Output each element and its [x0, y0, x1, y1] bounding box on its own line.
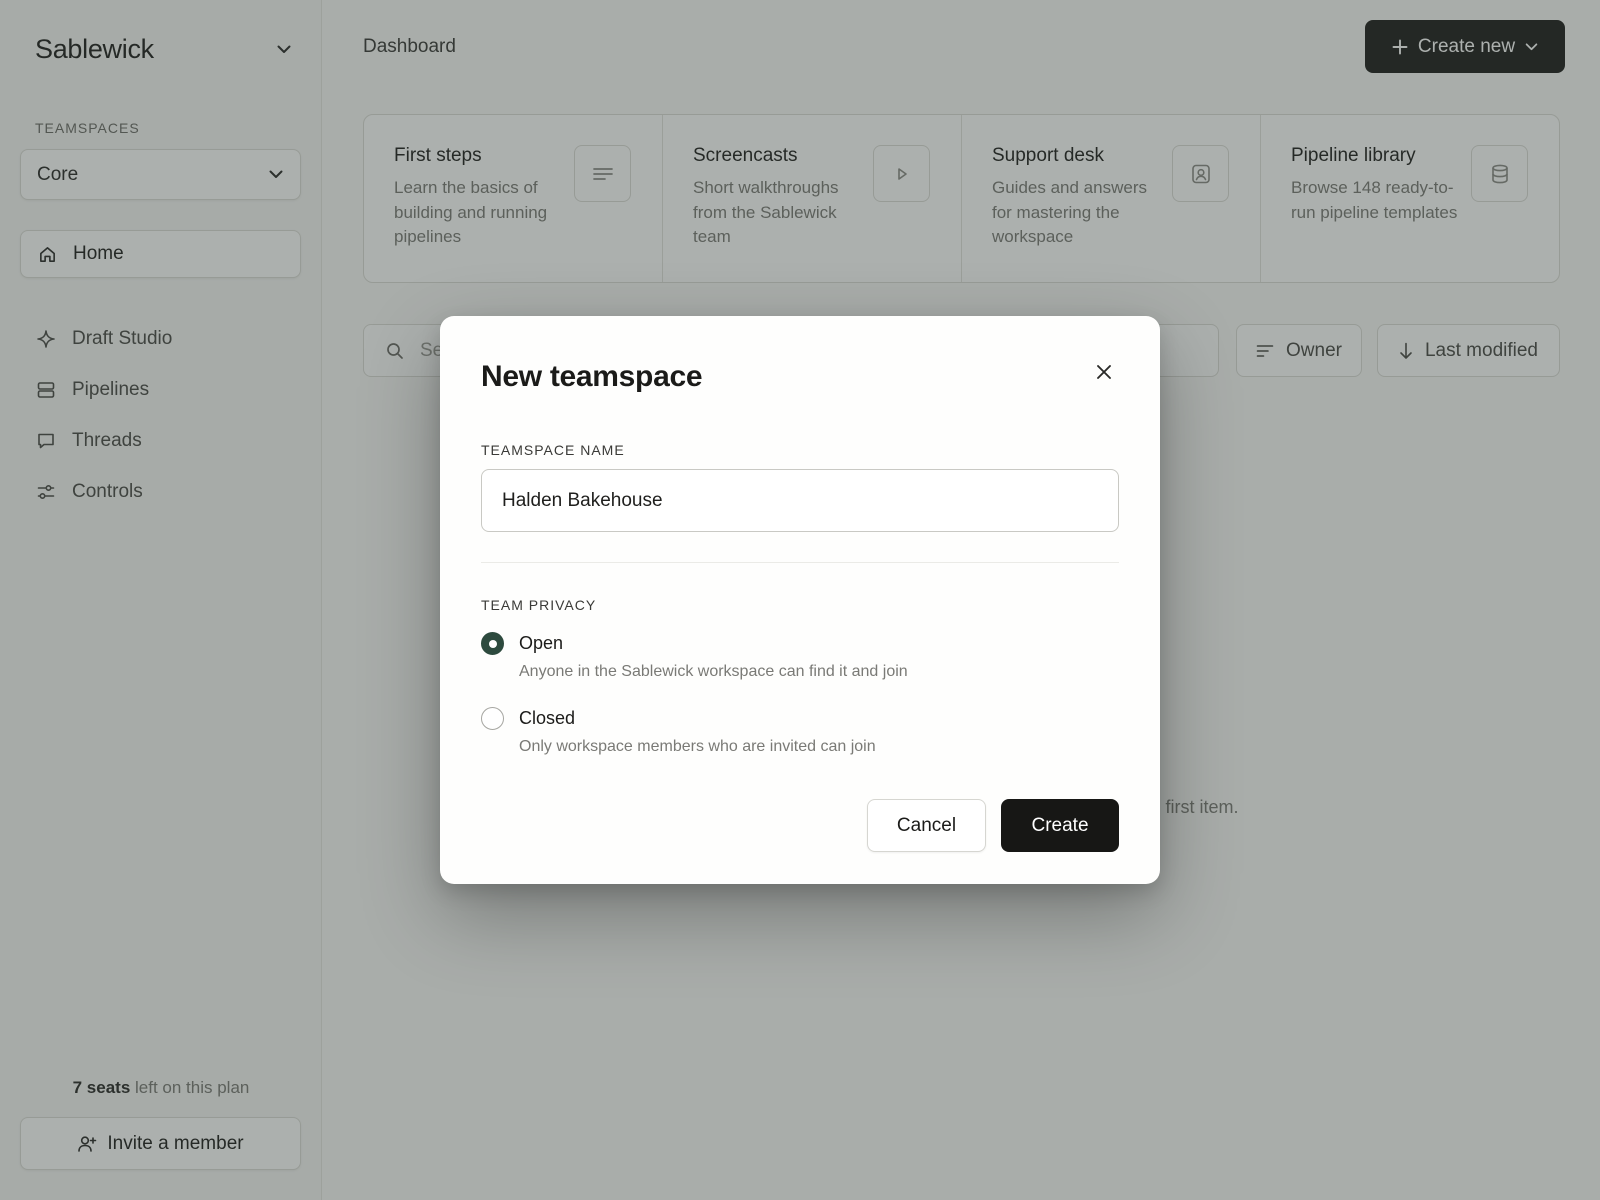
new-teamspace-dialog: New teamspace TEAMSPACE NAME TEAM PRIVAC…: [440, 316, 1160, 884]
close-icon[interactable]: [1092, 360, 1116, 384]
dialog-title: New teamspace: [481, 360, 703, 393]
privacy-option-label: Open: [519, 633, 564, 653]
cancel-button[interactable]: Cancel: [867, 799, 986, 852]
radio-open[interactable]: [481, 632, 504, 655]
team-privacy-label: TEAM PRIVACY: [481, 597, 597, 613]
privacy-option-description: Only workspace members who are invited c…: [519, 738, 876, 755]
privacy-option-description: Anyone in the Sablewick workspace can fi…: [519, 663, 908, 680]
create-button[interactable]: Create: [1001, 799, 1119, 852]
teamspace-name-label: TEAMSPACE NAME: [481, 442, 625, 458]
divider: [481, 562, 1119, 563]
teamspace-name-field[interactable]: [481, 469, 1119, 532]
privacy-option-label: Closed: [519, 708, 576, 728]
radio-closed[interactable]: [481, 707, 504, 730]
